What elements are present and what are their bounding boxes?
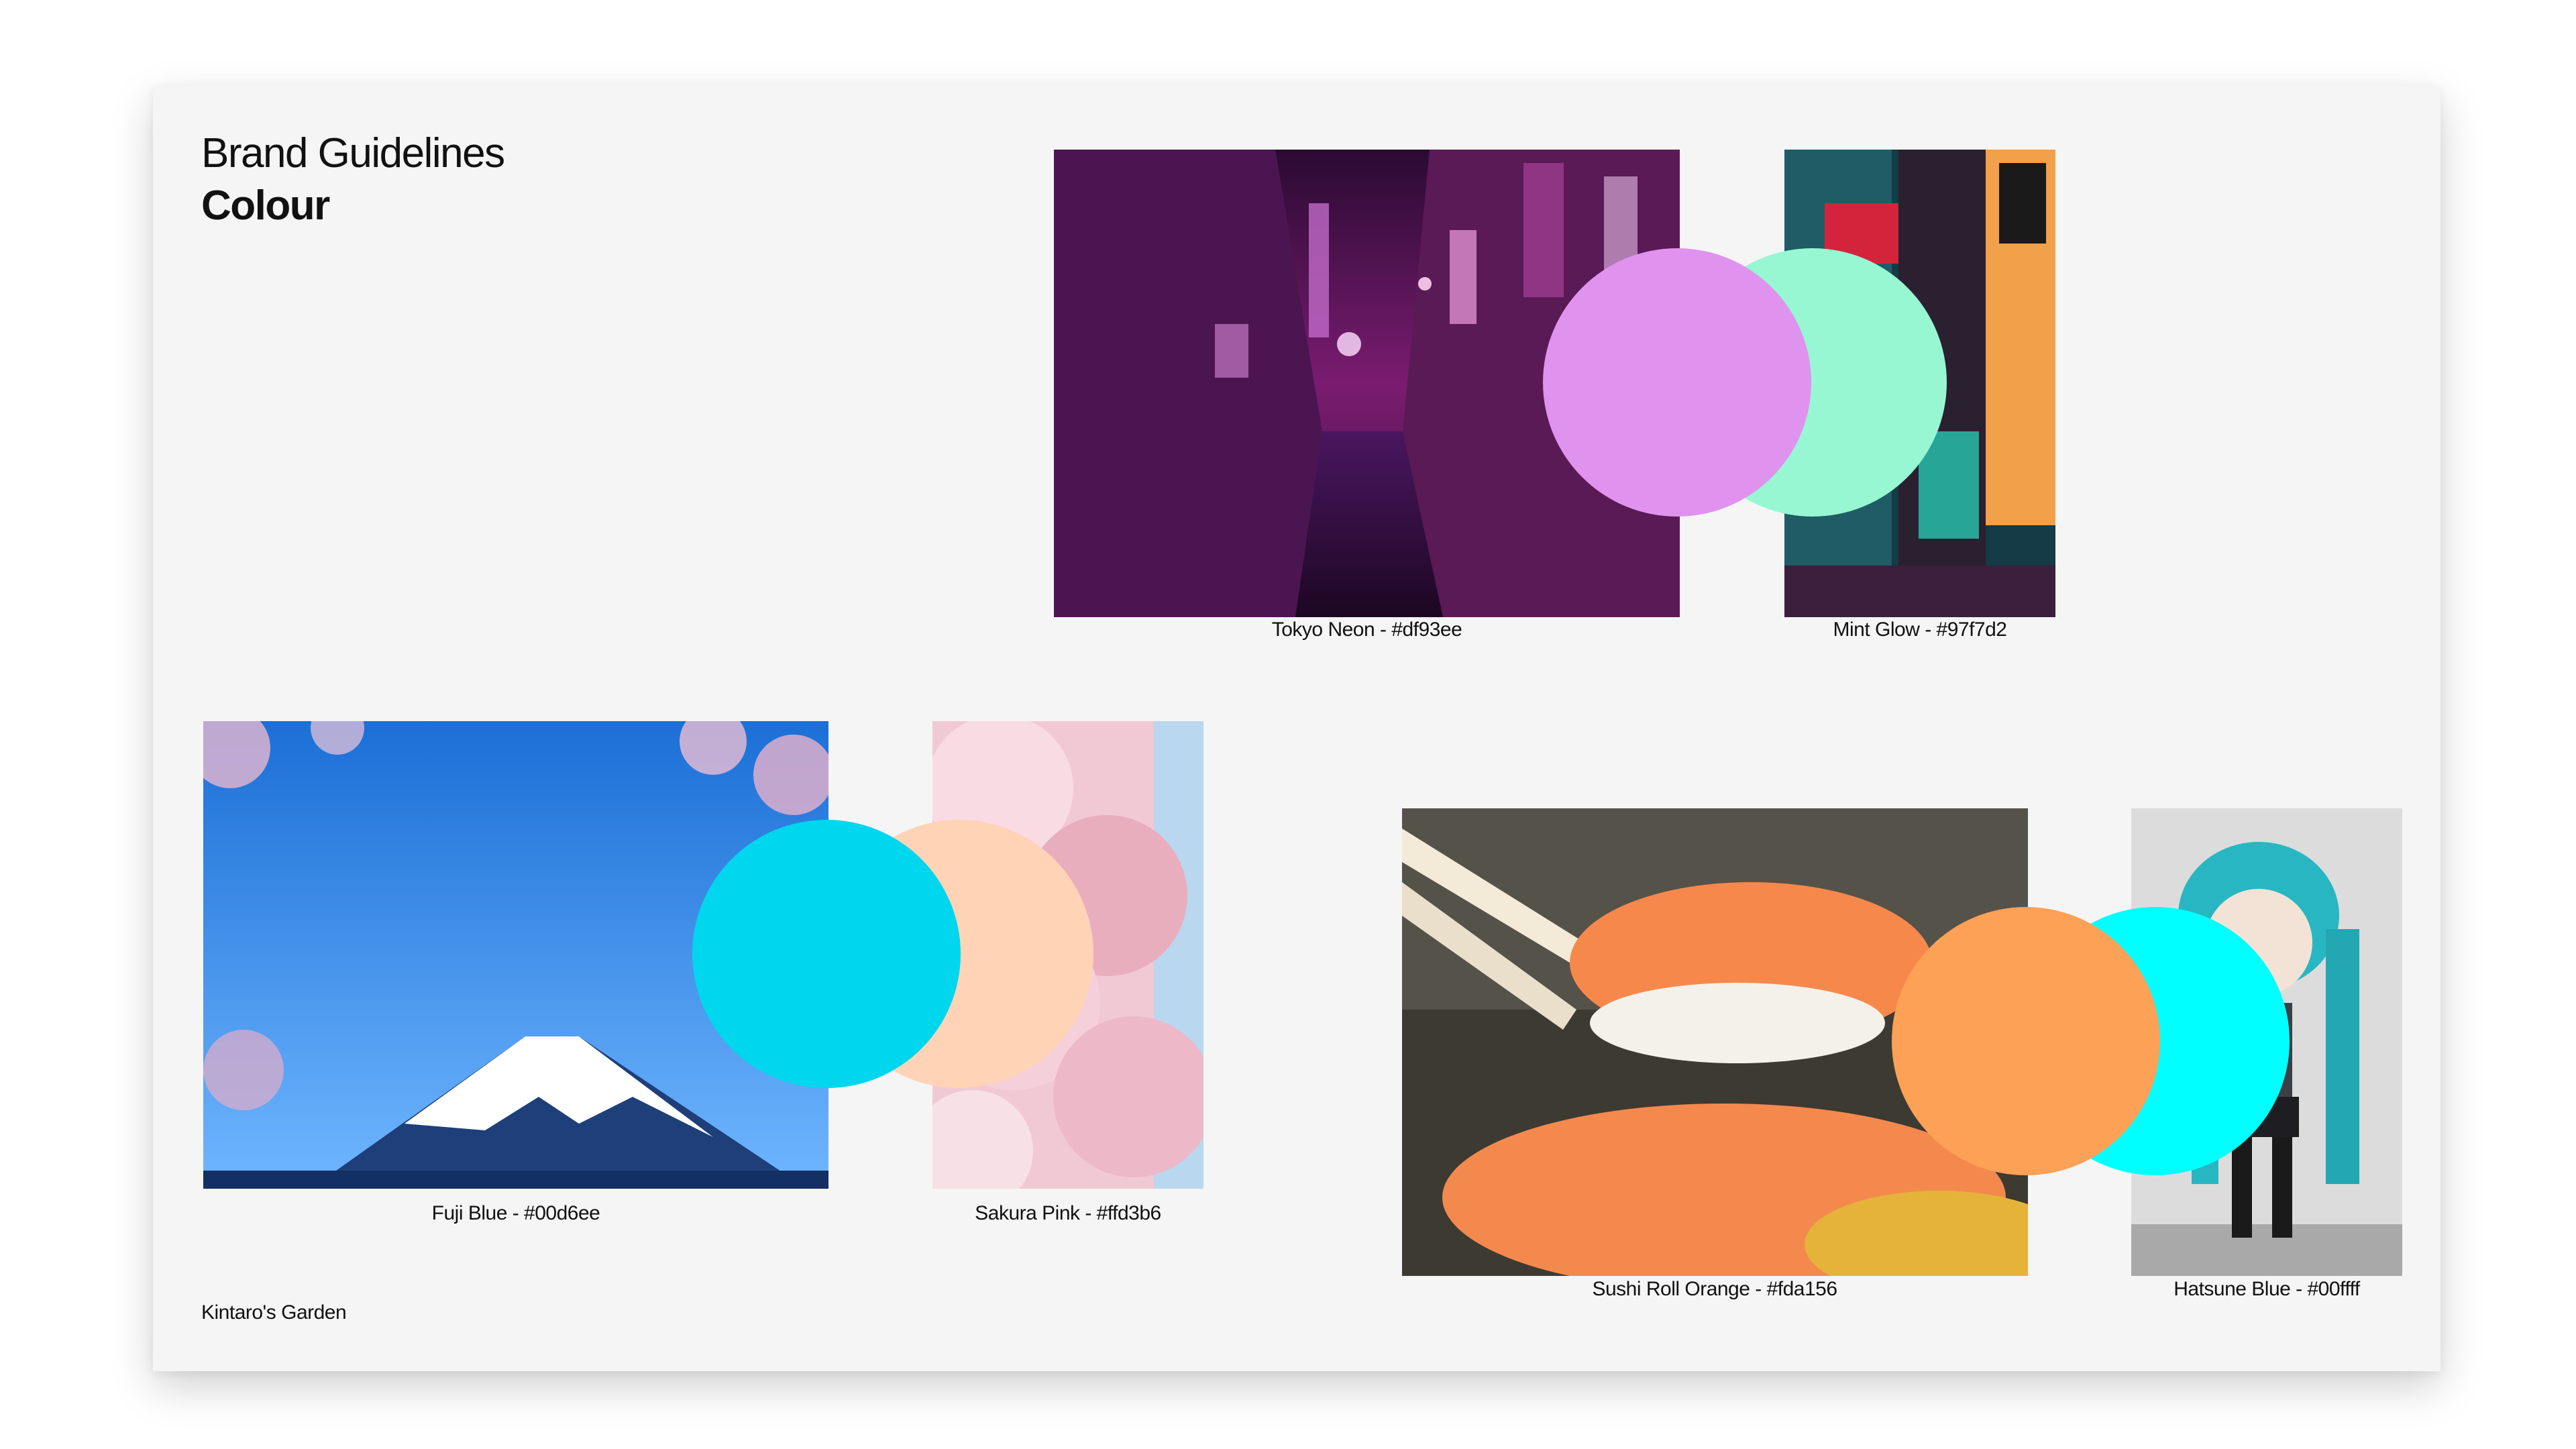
fuji-blue-swatch bbox=[692, 820, 961, 1088]
mint-glow-caption: Mint Glow - #97f7d2 bbox=[1833, 619, 2007, 641]
footer-brand: Kintaro's Garden bbox=[201, 1301, 347, 1324]
page-subtitle: Colour bbox=[201, 182, 330, 229]
tokyo-neon-swatch bbox=[1543, 248, 1811, 517]
tokyo-neon-caption: Tokyo Neon - #df93ee bbox=[1271, 619, 1462, 641]
sakura-pink-caption: Sakura Pink - #ffd3b6 bbox=[975, 1202, 1161, 1224]
sushi-roll-orange-swatch bbox=[1892, 907, 2160, 1175]
sushi-roll-orange-caption: Sushi Roll Orange - #fda156 bbox=[1592, 1278, 1837, 1300]
hatsune-blue-caption: Hatsune Blue - #00ffff bbox=[2174, 1278, 2360, 1300]
fuji-blue-caption: Fuji Blue - #00d6ee bbox=[431, 1202, 600, 1224]
page-title: Brand Guidelines bbox=[201, 130, 505, 176]
